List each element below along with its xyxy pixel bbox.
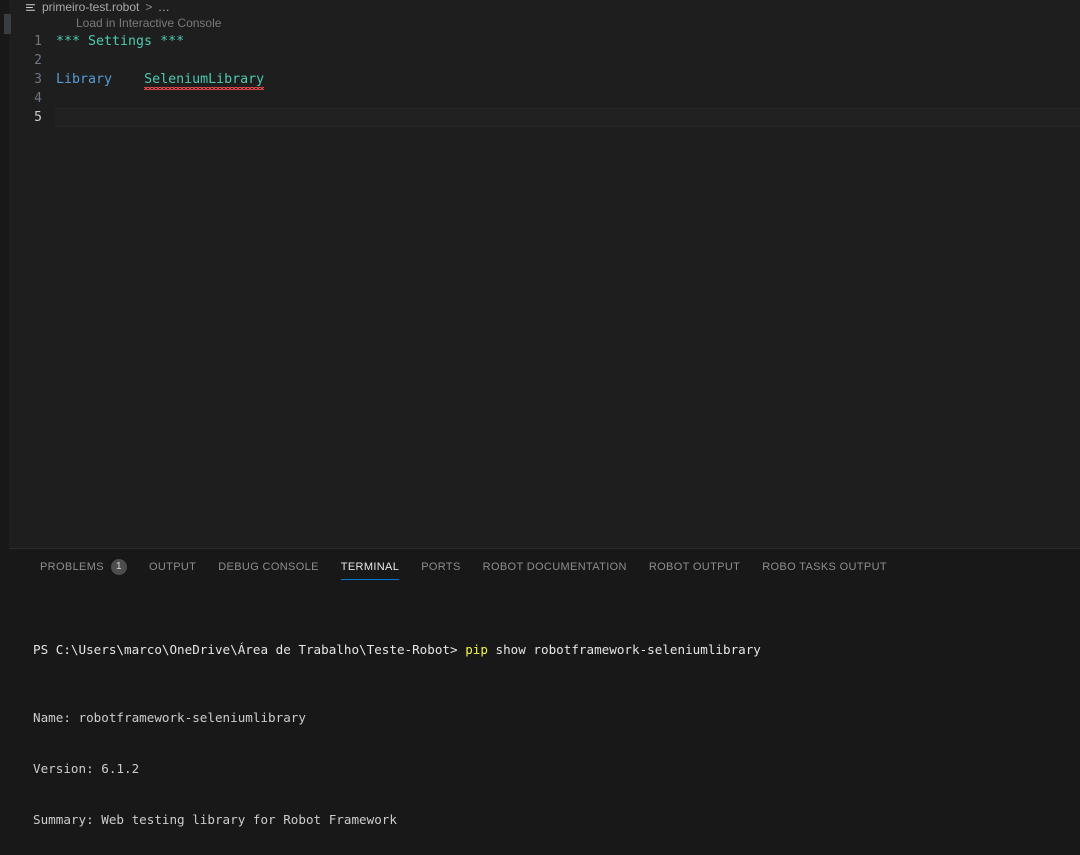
tab-ports[interactable]: PORTS: [410, 549, 471, 584]
breadcrumb-separator: >: [145, 0, 153, 14]
line-number: 1: [34, 34, 42, 49]
tab-output-label: OUTPUT: [148, 560, 197, 573]
code-line-active[interactable]: 5: [9, 108, 1080, 127]
panel-tab-bar: PROBLEMS 1 OUTPUT DEBUG CONSOLE TERMINAL…: [9, 549, 1080, 584]
editor-scrollbar-thumb[interactable]: [4, 14, 11, 34]
line-content[interactable]: [55, 89, 1080, 108]
problems-count-badge: 1: [110, 558, 127, 575]
terminal-prompt: PS C:\Users\marco\OneDrive\Área de Traba…: [33, 642, 466, 657]
tab-robot-documentation-label: ROBOT DOCUMENTATION: [482, 560, 627, 573]
code-editor-content[interactable]: 1 *** Settings *** 2 3 Library SeleniumL…: [9, 32, 1080, 127]
terminal-output[interactable]: PS C:\Users\marco\OneDrive\Área de Traba…: [9, 584, 1080, 855]
tab-robo-tasks-output-label: ROBO TASKS OUTPUT: [762, 560, 887, 573]
token-seleniumlibrary-text: SeleniumLibrary: [144, 72, 265, 87]
line-number: 2: [34, 53, 42, 68]
tab-problems[interactable]: PROBLEMS 1: [29, 549, 138, 584]
tab-debug-console[interactable]: DEBUG CONSOLE: [207, 549, 330, 584]
breadcrumb-more[interactable]: ...: [158, 0, 170, 14]
line-number: 4: [34, 91, 42, 106]
line-content[interactable]: [55, 108, 1080, 127]
code-line[interactable]: 3 Library SeleniumLibrary: [9, 70, 1080, 90]
codelens-load-interactive-console[interactable]: Load in Interactive Console: [9, 14, 1080, 32]
line-content[interactable]: *** Settings ***: [55, 32, 1080, 51]
tab-debug-console-label: DEBUG CONSOLE: [218, 560, 319, 573]
tab-ports-label: PORTS: [421, 560, 461, 573]
tab-terminal[interactable]: TERMINAL: [330, 549, 410, 584]
terminal-command-args: show robotframework-seleniumlibrary: [487, 642, 761, 657]
token-library-setting: Library: [56, 72, 113, 87]
code-line[interactable]: 2: [9, 51, 1080, 70]
line-number: 5: [34, 110, 42, 125]
line-number: 3: [34, 72, 42, 87]
panel-left-rail: [0, 548, 9, 855]
tab-terminal-label: TERMINAL: [340, 560, 400, 573]
terminal-line: Name: robotframework-seleniumlibrary: [33, 710, 306, 725]
bottom-panel: PROBLEMS 1 OUTPUT DEBUG CONSOLE TERMINAL…: [9, 548, 1080, 855]
editor-left-rail: [0, 0, 9, 548]
tab-output[interactable]: OUTPUT: [138, 549, 207, 584]
tab-robot-output[interactable]: ROBOT OUTPUT: [638, 549, 751, 584]
editor-region: primeiro-test.robot > ... Load in Intera…: [9, 0, 1080, 548]
breadcrumb-file[interactable]: primeiro-test.robot: [42, 0, 139, 14]
terminal-command-keyword: pip: [465, 642, 488, 657]
code-line[interactable]: 1 *** Settings ***: [9, 32, 1080, 51]
line-content[interactable]: Library SeleniumLibrary: [55, 70, 1080, 90]
vscode-window: primeiro-test.robot > ... Load in Intera…: [0, 0, 1080, 855]
token-settings-heading: *** Settings ***: [56, 34, 185, 49]
line-content[interactable]: [55, 51, 1080, 70]
breadcrumb[interactable]: primeiro-test.robot > ...: [9, 0, 1080, 14]
tab-problems-label: PROBLEMS: [40, 560, 104, 573]
robot-file-icon: [25, 2, 36, 13]
tab-robo-tasks-output[interactable]: ROBO TASKS OUTPUT: [751, 549, 898, 584]
code-line[interactable]: 4: [9, 89, 1080, 108]
token-seleniumlibrary-value: SeleniumLibrary: [144, 70, 265, 90]
tab-robot-documentation[interactable]: ROBOT DOCUMENTATION: [472, 549, 638, 584]
terminal-line: Version: 6.1.2: [33, 761, 140, 776]
token-whitespace: [112, 72, 144, 87]
terminal-line: PS C:\Users\marco\OneDrive\Área de Traba…: [33, 641, 1080, 658]
terminal-line: Summary: Web testing library for Robot F…: [33, 812, 397, 827]
tab-robot-output-label: ROBOT OUTPUT: [648, 560, 741, 573]
